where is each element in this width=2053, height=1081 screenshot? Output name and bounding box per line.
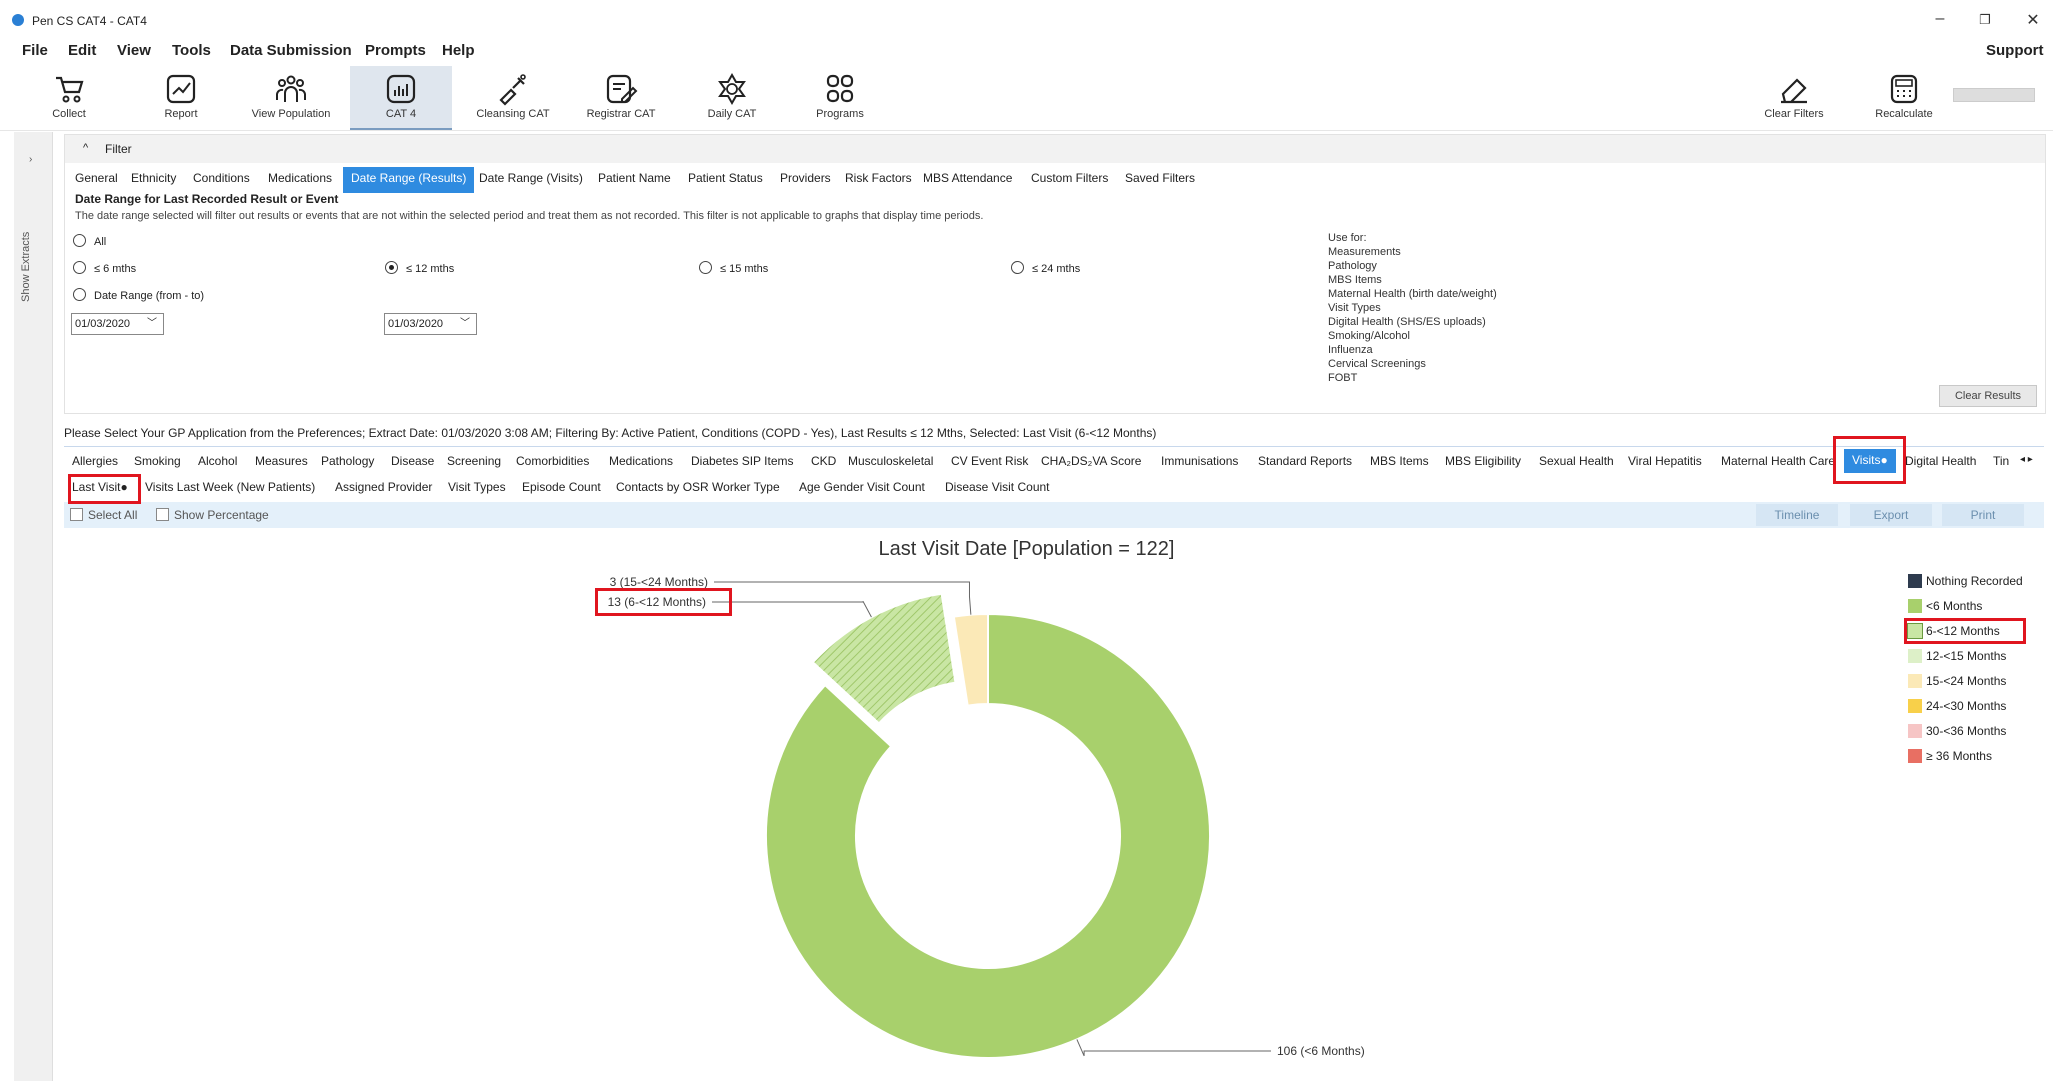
legend-swatch [1908, 649, 1922, 663]
legend-15-24-months[interactable]: 15-<24 Months [1908, 674, 2006, 688]
leader-line [1076, 1039, 1271, 1057]
legend-less-6-months[interactable]: <6 Months [1908, 599, 1982, 613]
legend-label: Nothing Recorded [1926, 574, 2023, 588]
legend-30-36-months[interactable]: 30-<36 Months [1908, 724, 2006, 738]
legend-label: 12-<15 Months [1926, 649, 2007, 663]
legend-label: 30-<36 Months [1926, 724, 2007, 738]
legend-swatch [1908, 699, 1922, 713]
chart-slices [765, 592, 1211, 1059]
legend-label: 15-<24 Months [1926, 674, 2007, 688]
legend-swatch [1908, 724, 1922, 738]
legend-label: 24-<30 Months [1926, 699, 2007, 713]
highlight-legend-item [1904, 618, 2026, 644]
legend-swatch [1908, 749, 1922, 763]
legend-24-30-months[interactable]: 24-<30 Months [1908, 699, 2006, 713]
legend-swatch [1908, 574, 1922, 588]
highlight-data-label [595, 588, 732, 616]
leader-line [712, 600, 872, 618]
data-label-less-6-months: 106 (<6 Months) [1277, 1044, 1365, 1058]
donut-chart: 106 (<6 Months) 13 (6-<12 Months) 3 (15-… [608, 575, 1365, 1059]
data-label-15-24-months: 3 (15-<24 Months) [610, 575, 708, 589]
slice-15-24-months[interactable] [952, 612, 989, 707]
legend-36-plus-months[interactable]: ≥ 36 Months [1908, 749, 1992, 763]
highlight-last-visit-tab [68, 474, 141, 504]
legend-nothing-recorded[interactable]: Nothing Recorded [1908, 574, 2023, 588]
highlight-visits-tab [1833, 436, 1906, 484]
legend-label: <6 Months [1926, 599, 1983, 613]
legend-label: ≥ 36 Months [1926, 749, 1992, 763]
legend-12-15-months[interactable]: 12-<15 Months [1908, 649, 2006, 663]
legend-swatch [1908, 674, 1922, 688]
legend-swatch [1908, 599, 1922, 613]
